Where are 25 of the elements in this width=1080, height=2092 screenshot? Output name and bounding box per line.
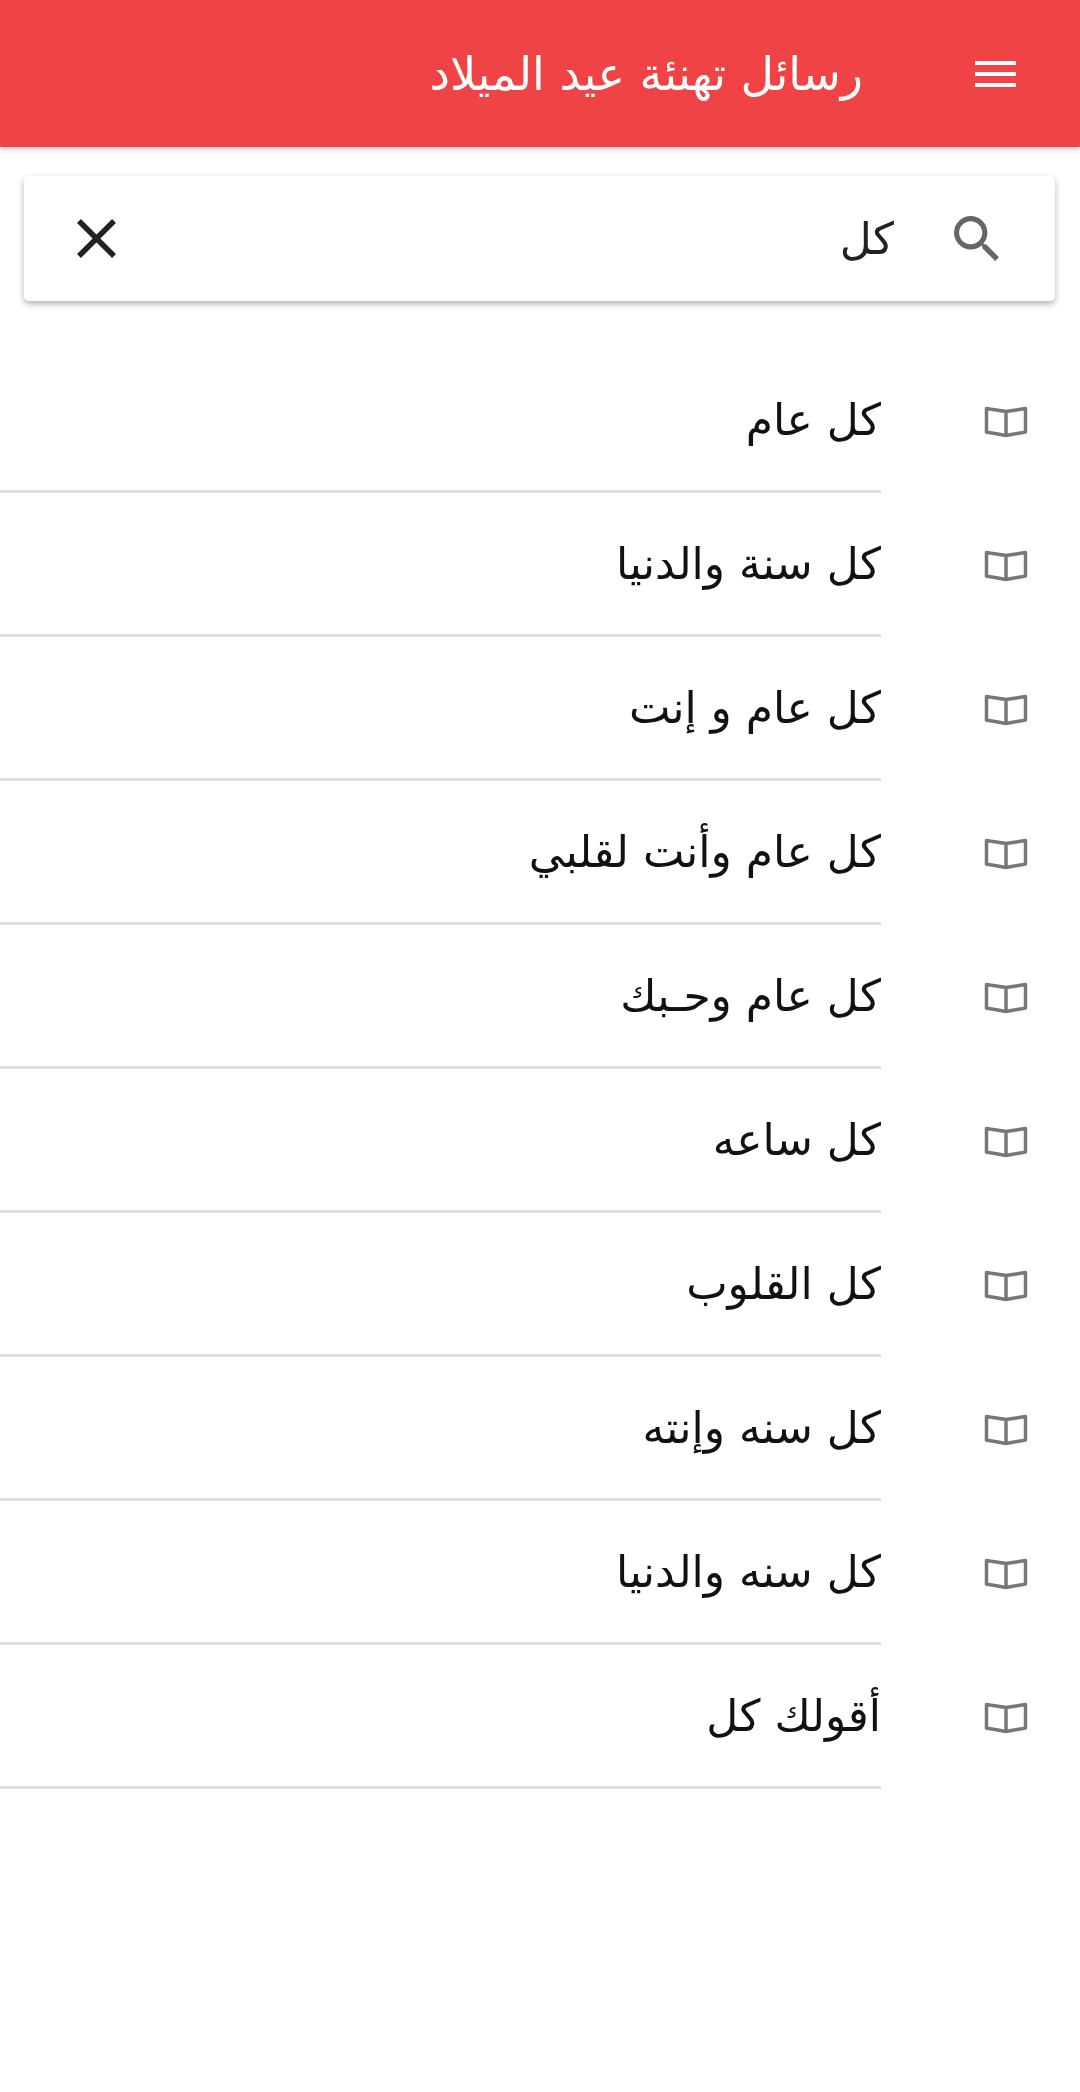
list-item[interactable]: كل ساعه (0, 1069, 1080, 1213)
book-icon (984, 836, 1028, 870)
list-item[interactable]: كل عام و إنت (0, 637, 1080, 781)
search-input[interactable]: كل (176, 203, 894, 274)
search-icon (954, 216, 999, 261)
menu-icon[interactable] (975, 60, 1016, 87)
book-icon (984, 980, 1028, 1014)
list-item[interactable]: كل سنة والدنيا (0, 493, 1080, 637)
book-icon (984, 1556, 1028, 1590)
book-icon (984, 1124, 1028, 1158)
list-item[interactable]: كل سنه والدنيا (0, 1501, 1080, 1645)
book-icon (984, 548, 1028, 582)
close-icon[interactable] (77, 219, 116, 258)
list-item[interactable]: كل القلوب (0, 1213, 1080, 1357)
book-icon (984, 404, 1028, 438)
list-item[interactable]: أقولك كل (0, 1645, 1080, 1789)
book-icon (984, 1700, 1028, 1734)
book-icon (984, 692, 1028, 726)
book-icon (984, 1412, 1028, 1446)
list-item[interactable]: كل عام وأنت لقلبي (0, 781, 1080, 925)
list-item[interactable]: كل عام (0, 349, 1080, 493)
app-title: رسائل تهنئة عيد الميلاد (429, 46, 863, 101)
list-item[interactable]: كل عام وحـبك (0, 925, 1080, 1069)
list-item[interactable]: كل سنه وإنته (0, 1357, 1080, 1501)
book-icon (984, 1268, 1028, 1302)
